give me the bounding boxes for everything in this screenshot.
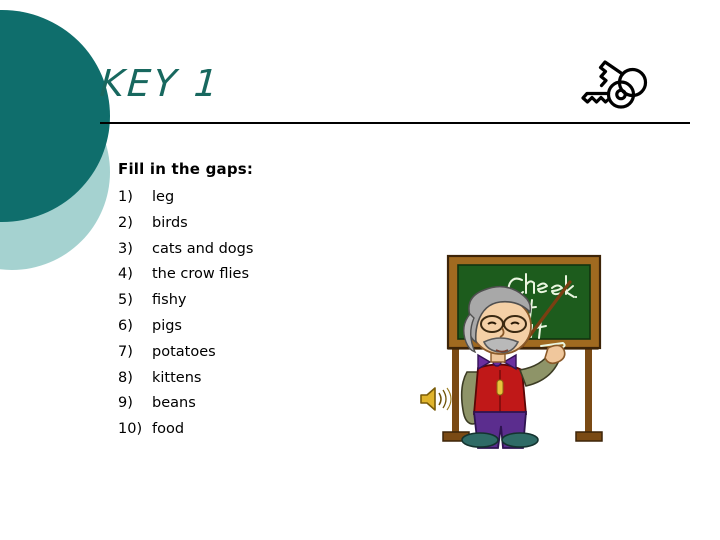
answer-number: 2) [118,214,133,231]
answer-row: 9) beans [118,391,378,417]
answer-number: 8) [118,369,133,386]
answer-text: kittens [152,369,202,386]
answer-row: 3) cats and dogs [118,237,378,263]
answers-heading: Fill in the gaps: [118,160,254,178]
page-title: KEY 1 [98,62,223,105]
slide-canvas: KEY 1 Fill in the gaps: 1) leg 2) birds 3) ca… [0,0,720,540]
answer-text: cats and dogs [152,240,254,257]
answer-row: 7) potatoes [118,340,378,366]
answer-number: 3) [118,240,133,257]
title-divider [100,122,690,124]
answer-number: 5) [118,292,133,309]
answer-row: 4) the crow flies [118,262,378,288]
teacher-at-chalkboard-illustration [410,250,645,450]
keys-icon [572,58,654,114]
answer-number: 10) [118,421,143,438]
answer-row: 1) leg [118,185,378,211]
answers-list: 1) leg 2) birds 3) cats and dogs 4) the crow fl… [118,185,378,443]
answer-text: birds [152,214,188,231]
answer-text: fishy [152,292,187,309]
answer-row: 10) food [118,417,378,443]
answer-row: 2) birds [118,211,378,237]
answer-row: 8) kittens [118,366,378,392]
answer-text: leg [152,189,175,205]
answer-row: 5) fishy [118,288,378,314]
answer-number: 7) [118,343,133,360]
answer-number: 1) [118,189,133,205]
answer-text: potatoes [152,343,216,360]
answer-text: the crow flies [152,266,249,283]
speaker-icon[interactable] [417,383,453,415]
answer-text: pigs [152,317,182,334]
answer-number: 6) [118,317,133,334]
answer-text: food [152,421,185,438]
answer-row: 6) pigs [118,314,378,340]
answers-block: Fill in the gaps: 1) leg 2) birds 3) cats and… [118,160,378,443]
answer-number: 4) [118,266,133,283]
answer-text: beans [152,395,196,412]
answer-number: 9) [118,395,133,412]
